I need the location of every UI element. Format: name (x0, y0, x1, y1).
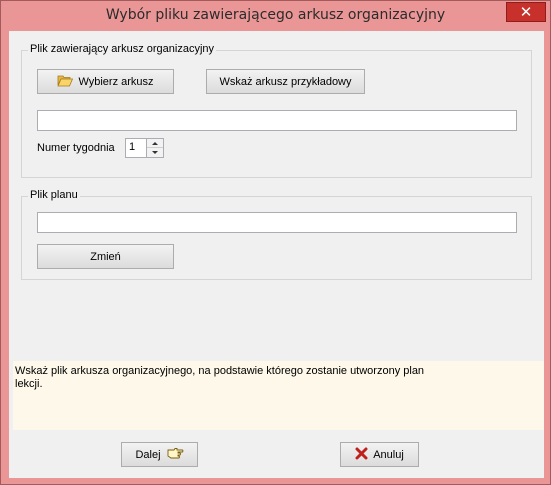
example-sheet-label: Wskaż arkusz przykładowy (219, 75, 352, 88)
next-button[interactable]: Dalej (121, 442, 198, 467)
chevron-down-icon (152, 151, 158, 154)
change-plan-label: Zmień (90, 250, 121, 263)
hint-panel: Wskaż plik arkusza organizacyjnego, na p… (13, 361, 544, 430)
spin-up-button[interactable] (147, 139, 163, 148)
dialog-client-area: Plik zawierający arkusz organizacyjny Wy… (9, 31, 544, 478)
spin-down-button[interactable] (147, 148, 163, 157)
example-sheet-button[interactable]: Wskaż arkusz przykładowy (206, 69, 365, 94)
cancel-label: Anuluj (373, 448, 404, 461)
red-x-icon (355, 447, 368, 463)
org-sheet-group-legend: Plik zawierający arkusz organizacyjny (28, 43, 217, 55)
choose-sheet-label: Wybierz arkusz (78, 75, 154, 88)
pointing-hand-icon (167, 447, 184, 462)
cancel-button[interactable]: Anuluj (340, 442, 419, 467)
window-title: Wybór pliku zawierającego arkusz organiz… (105, 7, 446, 23)
dialog-window: Wybór pliku zawierającego arkusz organiz… (0, 0, 551, 485)
week-number-spinner[interactable]: 1 (125, 138, 164, 158)
close-icon: ✕ (519, 2, 533, 21)
next-label: Dalej (135, 448, 161, 461)
close-button[interactable]: ✕ (506, 2, 546, 22)
org-sheet-path-field[interactable] (37, 110, 517, 131)
plan-file-path-field[interactable] (37, 212, 517, 233)
title-bar[interactable]: Wybór pliku zawierającego arkusz organiz… (1, 1, 550, 31)
week-number-value: 1 (129, 141, 136, 153)
hint-text: Wskaż plik arkusza organizacyjnego, na p… (15, 365, 425, 390)
spinner-buttons (146, 139, 163, 157)
plan-file-group-legend: Plik planu (28, 189, 80, 201)
week-number-label: Numer tygodnia (37, 142, 115, 154)
change-plan-button[interactable]: Zmień (37, 244, 174, 269)
chevron-up-icon (152, 141, 158, 145)
choose-sheet-button[interactable]: Wybierz arkusz (37, 69, 174, 94)
folder-open-icon (57, 74, 74, 90)
